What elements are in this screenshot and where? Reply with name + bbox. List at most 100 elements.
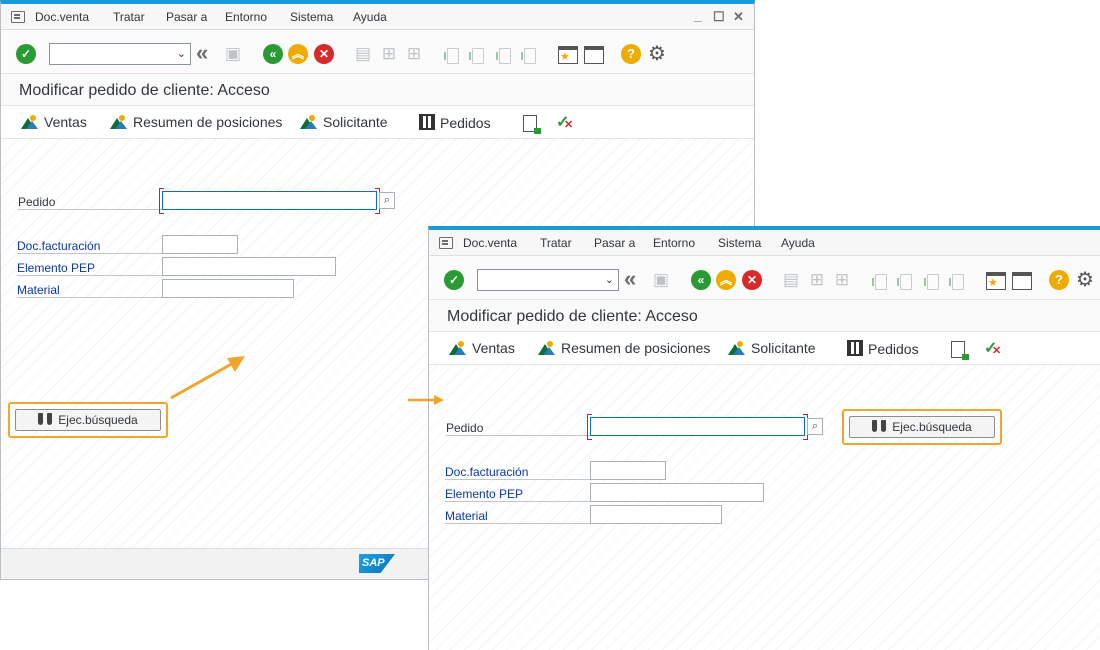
save-icon: ▣ [652,270,670,289]
resumen-posiciones-button[interactable]: Resumen de posiciones [538,340,710,356]
table-icon [419,114,435,130]
ventas-button[interactable]: Ventas [449,340,515,356]
menu-ayuda[interactable]: Ayuda [781,236,815,250]
minimize-icon[interactable]: _ [694,7,702,23]
menu-icon[interactable] [11,11,25,23]
ejec-busqueda-button[interactable]: Ejec.búsqueda [15,409,161,431]
menu-ayuda[interactable]: Ayuda [353,10,387,24]
exit-up-icon[interactable]: ︽ [288,44,308,64]
selection-screen: Pedido ⌕ Ejec.búsqueda Doc.facturación E… [429,365,1100,650]
menu-doc-venta[interactable]: Doc.venta [463,236,517,250]
check-delete-icon[interactable]: ✓ ✕ [984,338,1001,358]
command-field[interactable]: ⌄ [49,43,191,65]
cancel-icon[interactable]: ✕ [742,270,762,290]
pedido-input[interactable] [159,188,380,214]
title-bar: Modificar pedido de cliente: Acceso [429,300,1100,332]
menu-doc-venta[interactable]: Doc.venta [35,10,89,24]
page-title: Modificar pedido de cliente: Acceso [19,82,270,99]
material-label: Material [17,283,162,298]
solicitante-button[interactable]: Solicitante [300,114,388,130]
search-help-icon[interactable]: ⌕ [379,192,395,209]
menu-entorno[interactable]: Entorno [225,10,267,24]
settings-gear-icon[interactable]: ⚙ [1075,270,1095,290]
sap-logo: SAP [359,554,395,573]
exit-up-icon[interactable]: ︽ [716,270,736,290]
overview-icon [538,341,558,355]
next-page-icon [496,48,511,64]
pedido-label: Pedido [446,421,591,436]
find-next-icon: ⊞ [834,270,850,289]
pedidos-button[interactable]: Pedidos [419,114,491,131]
material-input[interactable] [590,505,722,524]
pointer-arrow [408,395,444,405]
menu-entorno[interactable]: Entorno [653,236,695,250]
menu-bar: Doc.venta Tratar Pasar a Entorno Sistema… [429,230,1100,256]
back-green-icon[interactable]: « [263,44,283,64]
doc-facturacion-label: Doc.facturación [445,465,590,480]
find-next-icon: ⊞ [406,44,422,63]
back-icon[interactable]: « [196,42,216,64]
menu-pasar-a[interactable]: Pasar a [594,236,635,250]
last-page-icon [521,48,536,64]
last-page-icon [949,274,964,290]
back-green-icon[interactable]: « [691,270,711,290]
doc-facturacion-label: Doc.facturación [17,239,162,254]
next-page-icon [924,274,939,290]
first-page-icon [872,274,887,290]
help-icon[interactable]: ? [621,44,641,64]
search-help-icon[interactable]: ⌕ [807,418,823,435]
save-icon: ▣ [224,44,242,63]
first-page-icon [444,48,459,64]
check-delete-icon[interactable]: ✓ ✕ [556,112,573,132]
binoculars-icon [38,413,53,425]
material-input[interactable] [162,279,294,298]
document-icon[interactable] [523,115,541,134]
new-session-icon[interactable]: ★ [558,46,578,64]
new-session-icon[interactable]: ★ [986,272,1006,290]
settings-gear-icon[interactable]: ⚙ [647,44,667,64]
pedido-input[interactable] [587,414,808,440]
close-icon[interactable]: ✕ [733,9,744,25]
elemento-pep-input[interactable] [162,257,336,276]
menu-pasar-a[interactable]: Pasar a [166,10,207,24]
elemento-pep-label: Elemento PEP [445,487,590,502]
binoculars-icon [872,420,887,432]
back-icon[interactable]: « [624,268,644,290]
pedidos-button[interactable]: Pedidos [847,340,919,357]
maximize-icon[interactable]: ☐ [713,9,725,25]
system-toolbar: ✓ ⌄ « ▣ « ︽ ✕ ▤ ⊞ ⊞ ★ ? ⚙ [1,30,754,74]
prev-page-icon [897,274,912,290]
doc-facturacion-input[interactable] [590,461,666,480]
menu-tratar[interactable]: Tratar [113,10,145,24]
ejec-busqueda-button[interactable]: Ejec.búsqueda [849,416,995,438]
doc-facturacion-input[interactable] [162,235,238,254]
application-toolbar: Ventas Resumen de posiciones Solicitante… [1,106,754,139]
resumen-posiciones-button[interactable]: Resumen de posiciones [110,114,282,130]
enter-check-icon[interactable]: ✓ [16,44,36,64]
help-icon[interactable]: ? [1049,270,1069,290]
system-toolbar: ✓ ⌄ « ▣ « ︽ ✕ ▤ ⊞ ⊞ ★ ? ⚙ [429,256,1100,300]
table-icon [847,340,863,356]
elemento-pep-input[interactable] [590,483,764,502]
menu-tratar[interactable]: Tratar [540,236,572,250]
command-field[interactable]: ⌄ [477,269,619,291]
menu-sistema[interactable]: Sistema [718,236,761,250]
find-icon: ⊞ [381,44,397,63]
menu-sistema[interactable]: Sistema [290,10,333,24]
print-icon: ▤ [354,44,372,63]
print-icon: ▤ [782,270,800,289]
shortcut-icon[interactable] [1012,272,1032,290]
menu-icon[interactable] [439,237,453,249]
shortcut-icon[interactable] [584,46,604,64]
cancel-icon[interactable]: ✕ [314,44,334,64]
enter-check-icon[interactable]: ✓ [444,270,464,290]
overview-icon [300,115,320,129]
ventas-button[interactable]: Ventas [21,114,87,130]
material-label: Material [445,509,590,524]
overview-icon [21,115,41,129]
document-icon[interactable] [951,341,969,360]
chevron-down-icon: ⌄ [176,48,186,60]
chevron-down-icon: ⌄ [604,274,614,286]
find-icon: ⊞ [809,270,825,289]
solicitante-button[interactable]: Solicitante [728,340,816,356]
